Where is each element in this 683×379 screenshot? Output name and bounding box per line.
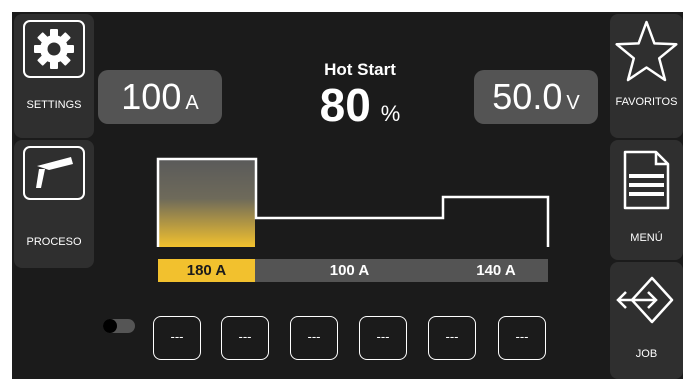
segment-label-1: 180 A (186, 262, 227, 279)
job-button[interactable]: JOB (610, 262, 683, 379)
profile-segment-main[interactable]: 100 A (255, 259, 444, 282)
parameter-value: 80 (319, 79, 371, 131)
welder-screen: SETTINGS PROCESO FAVORITOS MENÚ JOB 100 … (12, 12, 683, 379)
voltage-unit: V (566, 92, 580, 114)
toggle-knob (103, 319, 117, 333)
memory-slot-4[interactable]: --- (359, 316, 407, 360)
current-value: 100 (121, 76, 182, 117)
settings-button[interactable]: SETTINGS (14, 14, 94, 138)
memory-slot-3[interactable]: --- (290, 316, 338, 360)
favorites-button[interactable]: FAVORITOS (610, 14, 683, 138)
job-label: JOB (635, 348, 658, 360)
job-arrows-icon (616, 276, 674, 324)
segment-label-3: 140 A (476, 262, 516, 279)
profile-segment-hot-start[interactable]: 180 A (158, 259, 255, 282)
memory-slot-2[interactable]: --- (221, 316, 269, 360)
parameter-title: Hot Start (324, 60, 396, 79)
parameter-value-display[interactable]: 80% (272, 78, 448, 132)
welding-torch-icon (36, 157, 73, 188)
settings-label: SETTINGS (26, 99, 82, 111)
profile-line (156, 157, 550, 247)
process-icon-frame (23, 146, 85, 200)
favorites-label: FAVORITOS (615, 96, 678, 108)
document-menu-icon (623, 150, 670, 210)
process-button[interactable]: PROCESO (14, 140, 94, 268)
memory-toggle[interactable] (103, 319, 135, 333)
memory-slot-1[interactable]: --- (153, 316, 201, 360)
menu-button[interactable]: MENÚ (610, 140, 683, 260)
menu-label: MENÚ (630, 232, 663, 244)
current-readout[interactable]: 100 A (98, 70, 222, 124)
voltage-value: 50.0 (492, 76, 563, 117)
memory-slot-6[interactable]: --- (498, 316, 546, 360)
current-unit: A (185, 92, 199, 114)
process-label: PROCESO (26, 236, 82, 248)
gear-icon (34, 29, 74, 69)
memory-slot-5[interactable]: --- (428, 316, 476, 360)
parameter-unit: % (380, 101, 401, 126)
star-icon (615, 20, 678, 82)
profile-segment-end[interactable]: 140 A (444, 259, 548, 282)
segment-label-2: 100 A (329, 262, 370, 279)
voltage-readout[interactable]: 50.0 V (474, 70, 598, 124)
settings-icon-frame (23, 20, 85, 78)
hot-start-fill (158, 159, 255, 247)
